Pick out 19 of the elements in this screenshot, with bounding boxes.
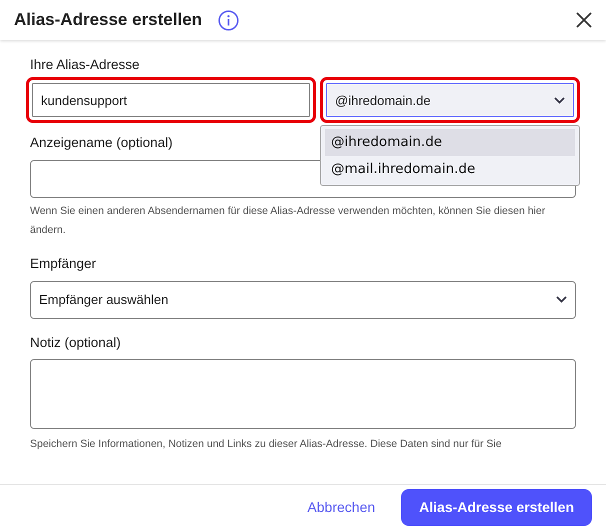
chevron-down-icon: [554, 96, 565, 104]
cancel-button[interactable]: Abbrechen: [297, 491, 386, 524]
text-field[interactable]: kundensupport: [26, 77, 316, 124]
field-label: Notiz (optional): [30, 334, 121, 352]
close-icon[interactable]: [576, 12, 592, 28]
help-text: Speichern Sie Informationen, Notizen und Links zu dieser Alias-Adresse. Diese Daten sind nur für Sie: [30, 436, 503, 452]
field-label: Empfänger: [30, 255, 96, 274]
create-button[interactable]: Alias-Adresse erstellen: [401, 489, 592, 526]
dropdown-option[interactable]: @ihredomain.de: [325, 129, 575, 156]
dropdown-option[interactable]: @mail.ihredomain.de: [325, 156, 575, 182]
note-textarea[interactable]: [30, 358, 576, 429]
field-label: Anzeigename (optional): [30, 134, 173, 152]
help-text: Wenn Sie einen anderen Absendernamen für diese Alias-Adresse verwenden möchten, können Sie diesen hier ändern.: [30, 204, 546, 238]
domain-select[interactable]: @ihredomain.de: [320, 77, 580, 124]
dialog-title: Alias-Adresse erstellen: [14, 10, 202, 30]
chevron-down-icon: [556, 296, 567, 304]
info-icon[interactable]: [218, 10, 240, 30]
recipient-select[interactable]: Empfänger auswählen: [30, 280, 576, 319]
field-label: Ihre Alias-Adresse: [30, 56, 140, 74]
